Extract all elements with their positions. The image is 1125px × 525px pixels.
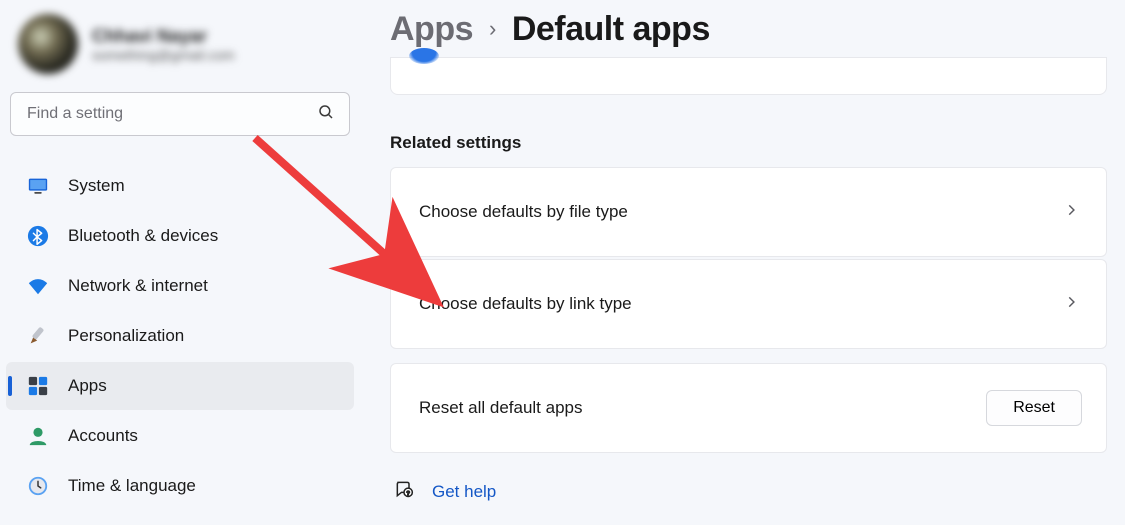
sidebar-item-accounts[interactable]: Accounts	[6, 412, 354, 460]
option-label: Choose defaults by link type	[419, 294, 632, 314]
person-icon	[26, 424, 50, 448]
search-field[interactable]	[25, 104, 317, 124]
sidebar-item-apps[interactable]: Apps	[6, 362, 354, 410]
sidebar-item-system[interactable]: System	[6, 162, 354, 210]
sidebar-item-bluetooth[interactable]: Bluetooth & devices	[6, 212, 354, 260]
chevron-right-icon	[1064, 294, 1078, 314]
reset-label: Reset all default apps	[419, 398, 583, 418]
sidebar: Chhavi Nayar something@gmail.com System	[0, 0, 360, 525]
profile-name: Chhavi Nayar	[92, 26, 235, 47]
choose-defaults-link-type-row[interactable]: Choose defaults by link type	[390, 259, 1107, 349]
sidebar-item-personalization[interactable]: Personalization	[6, 312, 354, 360]
get-help-link[interactable]: Get help	[432, 482, 496, 502]
avatar	[18, 14, 78, 74]
search-input[interactable]	[10, 92, 350, 136]
chevron-right-icon: ›	[489, 16, 496, 42]
app-icon-partial	[409, 48, 439, 64]
nav: System Bluetooth & devices Network & int…	[0, 162, 360, 510]
breadcrumb: Apps › Default apps	[390, 10, 1107, 49]
page-title: Default apps	[512, 10, 710, 49]
user-profile[interactable]: Chhavi Nayar something@gmail.com	[0, 8, 360, 88]
breadcrumb-parent[interactable]: Apps	[390, 10, 473, 49]
app-card-partial[interactable]	[390, 57, 1107, 95]
choose-defaults-file-type-row[interactable]: Choose defaults by file type	[390, 167, 1107, 257]
apps-icon	[26, 374, 50, 398]
clock-icon	[26, 474, 50, 498]
help-icon: ?	[394, 479, 414, 504]
sidebar-item-label: Time & language	[68, 476, 196, 496]
sidebar-item-label: Apps	[68, 376, 107, 396]
sidebar-item-network[interactable]: Network & internet	[6, 262, 354, 310]
reset-button[interactable]: Reset	[986, 390, 1082, 426]
related-settings-heading: Related settings	[390, 133, 1107, 153]
option-label: Choose defaults by file type	[419, 202, 628, 222]
main-panel: Apps › Default apps Related settings Cho…	[360, 0, 1125, 525]
chevron-right-icon	[1064, 202, 1078, 222]
search-icon	[317, 103, 335, 126]
sidebar-item-label: Personalization	[68, 326, 184, 346]
system-icon	[26, 174, 50, 198]
sidebar-item-label: Network & internet	[68, 276, 208, 296]
paintbrush-icon	[26, 324, 50, 348]
profile-email: something@gmail.com	[92, 47, 235, 63]
reset-defaults-row: Reset all default apps Reset	[390, 363, 1107, 453]
wifi-icon	[26, 274, 50, 298]
sidebar-item-label: System	[68, 176, 125, 196]
sidebar-item-label: Bluetooth & devices	[68, 226, 218, 246]
bluetooth-icon	[26, 224, 50, 248]
sidebar-item-label: Accounts	[68, 426, 138, 446]
sidebar-item-time-language[interactable]: Time & language	[6, 462, 354, 510]
